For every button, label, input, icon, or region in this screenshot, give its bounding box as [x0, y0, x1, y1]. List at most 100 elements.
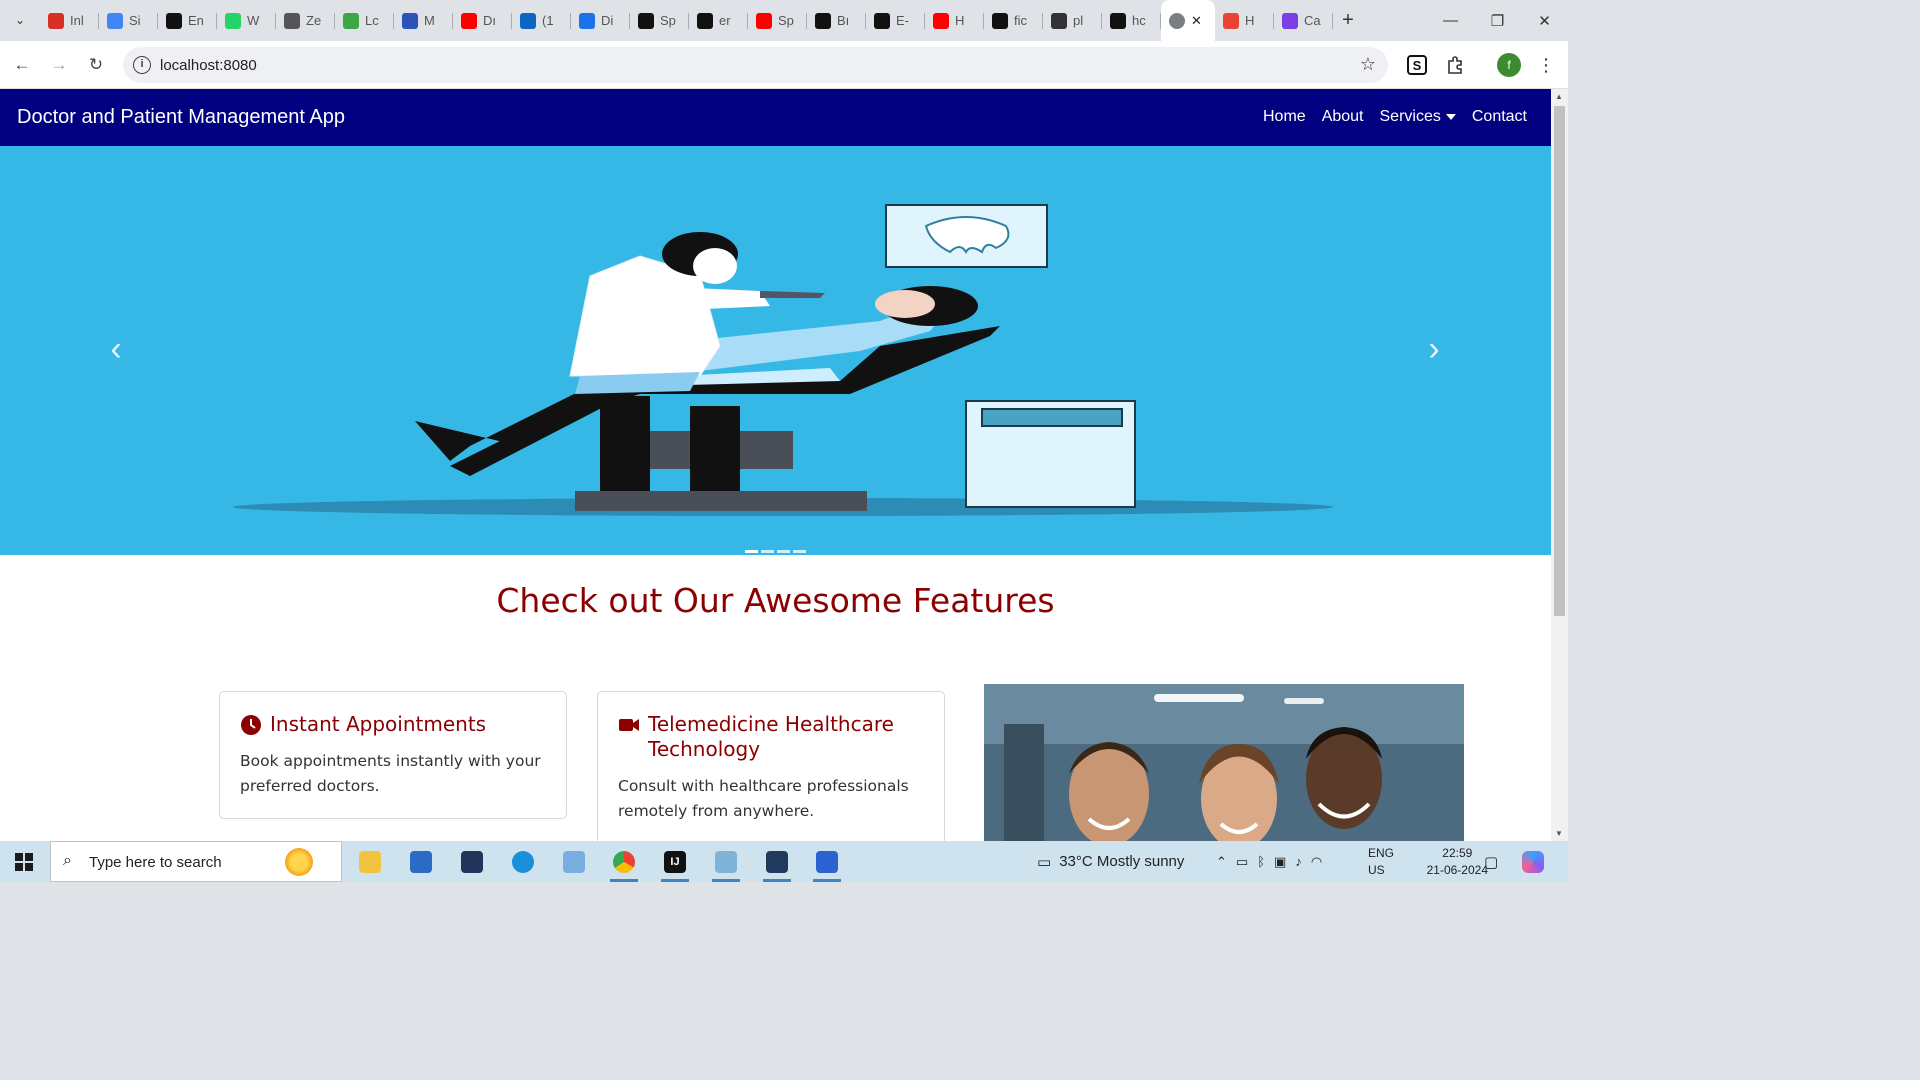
bookmark-star-icon[interactable]: ☆ [1360, 54, 1376, 75]
site-info-icon[interactable]: i [133, 56, 151, 74]
browser-tab[interactable]: fic [984, 0, 1043, 41]
card-title: Telemedicine Healthcare Technology [648, 712, 894, 761]
carousel-prev-icon[interactable]: ‹ [98, 330, 134, 368]
store-icon[interactable] [403, 845, 439, 878]
lang-bottom: US [1368, 863, 1385, 877]
recorder-icon[interactable] [809, 845, 845, 882]
youtube-icon [461, 12, 477, 29]
tab-title: pl [1073, 13, 1084, 28]
file-explorer-icon[interactable] [352, 845, 388, 878]
browser-tab[interactable]: hc [1102, 0, 1161, 41]
intellij-icon[interactable]: IJ [657, 845, 693, 882]
extension-s-button[interactable]: S [1405, 53, 1429, 77]
card-text: Consult with healthcare professionals re… [618, 777, 909, 820]
feature-card-telemedicine: Telemedicine Healthcare Technology Consu… [597, 691, 945, 841]
browser-tab[interactable]: pl [1043, 0, 1102, 41]
browser-tab[interactable]: Ca [1274, 0, 1333, 41]
carousel-indicator[interactable] [745, 550, 758, 553]
profile-avatar[interactable]: f [1497, 53, 1521, 77]
browser-menu-icon[interactable]: ⋮ [1534, 53, 1558, 77]
weather-widget[interactable]: ▭ 33°C Mostly sunny [1037, 841, 1184, 882]
scroll-up-icon[interactable]: ▲ [1555, 92, 1563, 101]
browser-tab[interactable]: Lc [335, 0, 394, 41]
lang-top: ENG [1368, 846, 1395, 860]
language-indicator[interactable]: ENG US [1368, 845, 1394, 879]
app-grid-icon[interactable] [454, 845, 490, 878]
new-tab-button[interactable]: + [1333, 0, 1363, 41]
browser-tab[interactable]: Si [99, 0, 158, 41]
tab-search-chevron-icon[interactable]: ⌄ [8, 8, 32, 32]
browser-tab[interactable]: Inl [40, 0, 99, 41]
browser-tab[interactable]: Dı [453, 0, 512, 41]
page-scrollbar[interactable]: ▲ ▼ [1551, 89, 1568, 841]
reload-icon[interactable]: ↻ [82, 51, 110, 79]
page-icon [284, 12, 300, 29]
carousel-indicator[interactable] [793, 550, 806, 553]
volume-icon[interactable]: ♪ [1295, 854, 1302, 869]
browser-tab[interactable]: H [925, 0, 984, 41]
tab-title: Ca [1304, 13, 1321, 28]
active-tab[interactable]: ✕ [1161, 0, 1215, 41]
battery-icon[interactable]: ▭ [1236, 854, 1248, 870]
search-placeholder: Type here to search [89, 854, 222, 871]
tab-title: Di [601, 13, 614, 28]
tab-title: Sp [660, 13, 676, 28]
browser-tab[interactable]: er [689, 0, 748, 41]
carousel-next-icon[interactable]: › [1416, 330, 1452, 368]
github-icon [166, 12, 182, 29]
browser-tab[interactable]: Bı [807, 0, 866, 41]
windows-start-icon[interactable] [0, 841, 48, 882]
notification-icon[interactable]: ▢ [1484, 841, 1498, 882]
bluetooth-icon[interactable]: ᛒ [1257, 854, 1265, 869]
tab-title: Lc [365, 13, 379, 28]
browser-tab[interactable]: W [217, 0, 276, 41]
computer-icon[interactable] [556, 845, 592, 878]
brand-title[interactable]: Doctor and Patient Management App [17, 106, 345, 129]
nav-home[interactable]: Home [1263, 108, 1306, 126]
nav-about[interactable]: About [1322, 108, 1364, 126]
edge-icon[interactable] [505, 845, 541, 878]
search-icon: ⌕ [63, 852, 72, 869]
browser-tab[interactable]: H [1215, 0, 1274, 41]
extensions-puzzle-icon[interactable] [1443, 53, 1467, 77]
window-controls: — ❐ ✕ [1427, 0, 1568, 41]
browser-tab[interactable]: Di [571, 0, 630, 41]
browser-tab[interactable]: Sp [748, 0, 807, 41]
tab-title: E- [896, 13, 909, 28]
weather-sun-icon [285, 848, 313, 876]
copilot-icon[interactable] [1522, 841, 1544, 882]
browser-tab[interactable]: Sp [630, 0, 689, 41]
spinner-icon [579, 12, 595, 29]
github-icon [815, 12, 831, 29]
close-window-icon[interactable]: ✕ [1521, 0, 1568, 41]
carousel-indicator[interactable] [761, 550, 774, 553]
scroll-down-icon[interactable]: ▼ [1555, 829, 1563, 838]
browser-tab[interactable]: M [394, 0, 453, 41]
nav-contact[interactable]: Contact [1472, 108, 1527, 126]
close-tab-icon[interactable]: ✕ [1191, 13, 1202, 29]
browser-tab[interactable]: En [158, 0, 217, 41]
b-icon [1282, 12, 1298, 29]
restore-icon[interactable]: ❐ [1474, 0, 1521, 41]
url-text[interactable]: localhost:8080 [160, 57, 257, 74]
browser-tab[interactable]: Ze [276, 0, 335, 41]
browser-tab[interactable]: (1 [512, 0, 571, 41]
tab-title: er [719, 13, 731, 28]
forward-icon[interactable]: → [45, 51, 73, 79]
taskbar-clock[interactable]: 22:59 21-06-2024 [1427, 845, 1488, 879]
tool-icon[interactable] [759, 845, 795, 882]
address-bar[interactable]: i localhost:8080 ☆ [123, 47, 1388, 83]
chrome-icon[interactable] [606, 845, 642, 882]
nav-services-dropdown[interactable]: Services [1380, 108, 1456, 126]
meet-icon[interactable]: ▣ [1274, 854, 1286, 870]
taskbar-search[interactable]: ⌕ Type here to search [50, 841, 342, 882]
tray-chevron-icon[interactable]: ⌃ [1216, 854, 1227, 870]
youtube-icon [933, 12, 949, 29]
carousel-indicator[interactable] [777, 550, 790, 553]
browser-tab[interactable]: E- [866, 0, 925, 41]
scrollbar-thumb[interactable] [1554, 106, 1565, 616]
editor-icon[interactable] [708, 845, 744, 882]
minimize-icon[interactable]: — [1427, 0, 1474, 41]
wifi-icon[interactable]: ◠ [1311, 854, 1322, 870]
back-icon[interactable]: ← [8, 51, 36, 79]
